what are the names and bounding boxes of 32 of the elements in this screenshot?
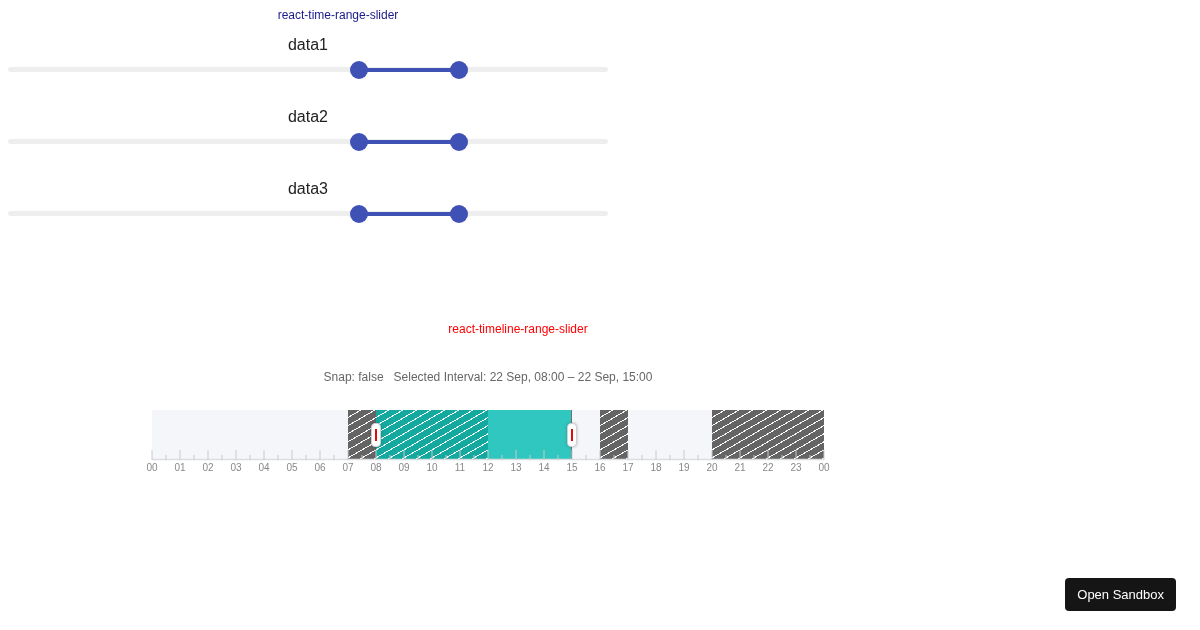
hour-label: 05 bbox=[286, 462, 298, 473]
hour-label: 19 bbox=[678, 462, 690, 473]
section-title: react-timeline-range-slider bbox=[448, 322, 588, 336]
hour-label: 01 bbox=[174, 462, 186, 473]
slider-label: data2 bbox=[287, 108, 328, 125]
hour-label: 18 bbox=[650, 462, 662, 473]
snap-status: Snap: false bbox=[323, 370, 384, 384]
hour-label: 23 bbox=[790, 462, 802, 473]
hour-label: 02 bbox=[202, 462, 214, 473]
slider-label: data3 bbox=[287, 180, 328, 197]
hour-label: 13 bbox=[510, 462, 522, 473]
hour-label: 04 bbox=[258, 462, 270, 473]
hour-label: 22 bbox=[762, 462, 774, 473]
hour-label: 03 bbox=[230, 462, 242, 473]
hour-label: 11 bbox=[454, 462, 466, 473]
hour-label: 06 bbox=[314, 462, 326, 473]
hour-label: 15 bbox=[566, 462, 578, 473]
hour-label: 07 bbox=[342, 462, 354, 473]
hour-label: 21 bbox=[734, 462, 746, 473]
hour-label: 10 bbox=[426, 462, 438, 473]
hour-label: 00 bbox=[818, 462, 830, 473]
hour-label: 08 bbox=[370, 462, 382, 473]
selected-interval-text: Selected Interval: 22 Sep, 08:00 – 22 Sep, 15:00 bbox=[393, 370, 653, 384]
slider-label: data1 bbox=[287, 36, 328, 53]
hour-label: 09 bbox=[398, 462, 410, 473]
hour-label: 14 bbox=[538, 462, 550, 473]
hour-label: 12 bbox=[482, 462, 494, 473]
hour-label: 17 bbox=[622, 462, 634, 473]
hour-label: 00 bbox=[146, 462, 158, 473]
hour-label: 20 bbox=[706, 462, 718, 473]
hour-label: 16 bbox=[594, 462, 606, 473]
section-title: react-time-range-slider bbox=[277, 8, 399, 22]
